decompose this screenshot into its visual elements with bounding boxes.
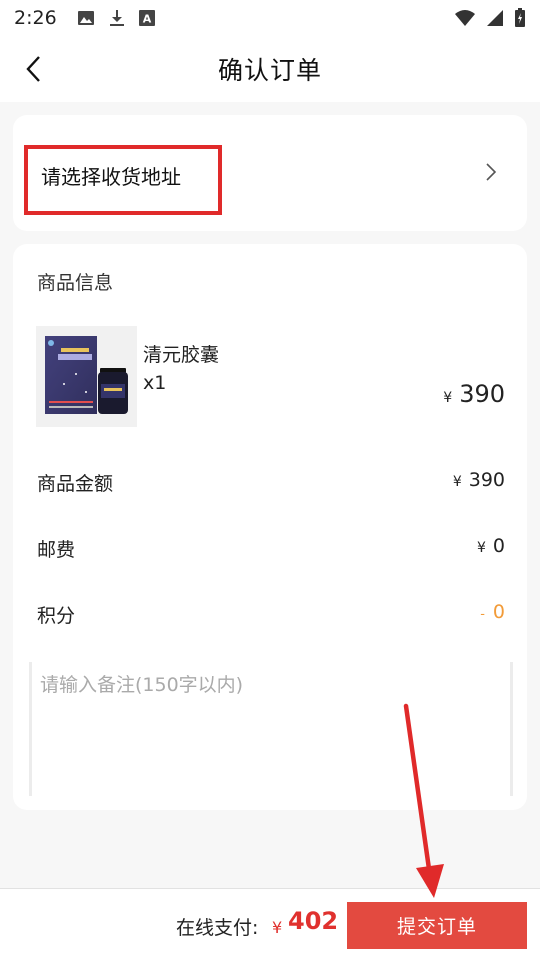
currency-symbol: ¥: [476, 540, 486, 556]
submit-order-button[interactable]: 提交订单: [347, 902, 527, 949]
points-number: 0: [492, 601, 505, 623]
font-icon: A: [138, 10, 155, 26]
battery-icon: [515, 8, 525, 27]
total-currency: ¥: [272, 918, 283, 937]
address-prompt: 请选择收货地址: [41, 165, 181, 189]
signal-icon: [487, 10, 503, 26]
status-time: 2:26: [14, 7, 57, 29]
chevron-left-icon: [26, 56, 40, 82]
page-header: 确认订单: [0, 36, 540, 102]
total-amount: 402: [288, 907, 339, 935]
page-title: 确认订单: [217, 56, 322, 85]
shipping-number: 0: [492, 535, 505, 557]
wifi-icon: [455, 10, 475, 26]
remark-input[interactable]: [32, 662, 510, 796]
status-bar: 2:26 A: [0, 0, 540, 36]
currency-symbol: ¥: [443, 390, 453, 406]
product-image[interactable]: [36, 326, 137, 427]
chevron-right-icon: [486, 163, 497, 181]
amount-number: 390: [468, 469, 505, 491]
svg-text:A: A: [142, 13, 151, 26]
goods-card: 商品信息 清元胶囊 x1 ¥ 390 商品金额 ¥ 390 邮费 ¥ 0 积分 …: [13, 244, 527, 810]
price-value: 390: [459, 380, 505, 408]
address-selector[interactable]: 请选择收货地址: [13, 115, 527, 231]
product-quantity: x1: [143, 372, 167, 394]
image-icon: [77, 11, 94, 25]
remark-box: [29, 662, 513, 796]
currency-symbol: ¥: [452, 474, 462, 490]
points-label: 积分: [37, 605, 76, 627]
back-button[interactable]: [18, 52, 48, 86]
product-price: ¥ 390: [443, 380, 505, 408]
points-value: - 0: [480, 601, 505, 623]
pay-label: 在线支付:: [176, 917, 259, 939]
goods-amount-value: ¥ 390: [453, 469, 505, 491]
goods-amount-label: 商品金额: [37, 473, 114, 495]
section-title: 商品信息: [37, 272, 114, 294]
product-package-icon: [36, 326, 137, 427]
checkout-bar: 在线支付: ¥ 402 提交订单: [0, 888, 540, 960]
shipping-value: ¥ 0: [477, 535, 505, 557]
download-icon: [109, 10, 124, 26]
shipping-label: 邮费: [37, 539, 76, 561]
product-name: 清元胶囊: [143, 344, 220, 366]
minus-sign: -: [480, 607, 485, 622]
